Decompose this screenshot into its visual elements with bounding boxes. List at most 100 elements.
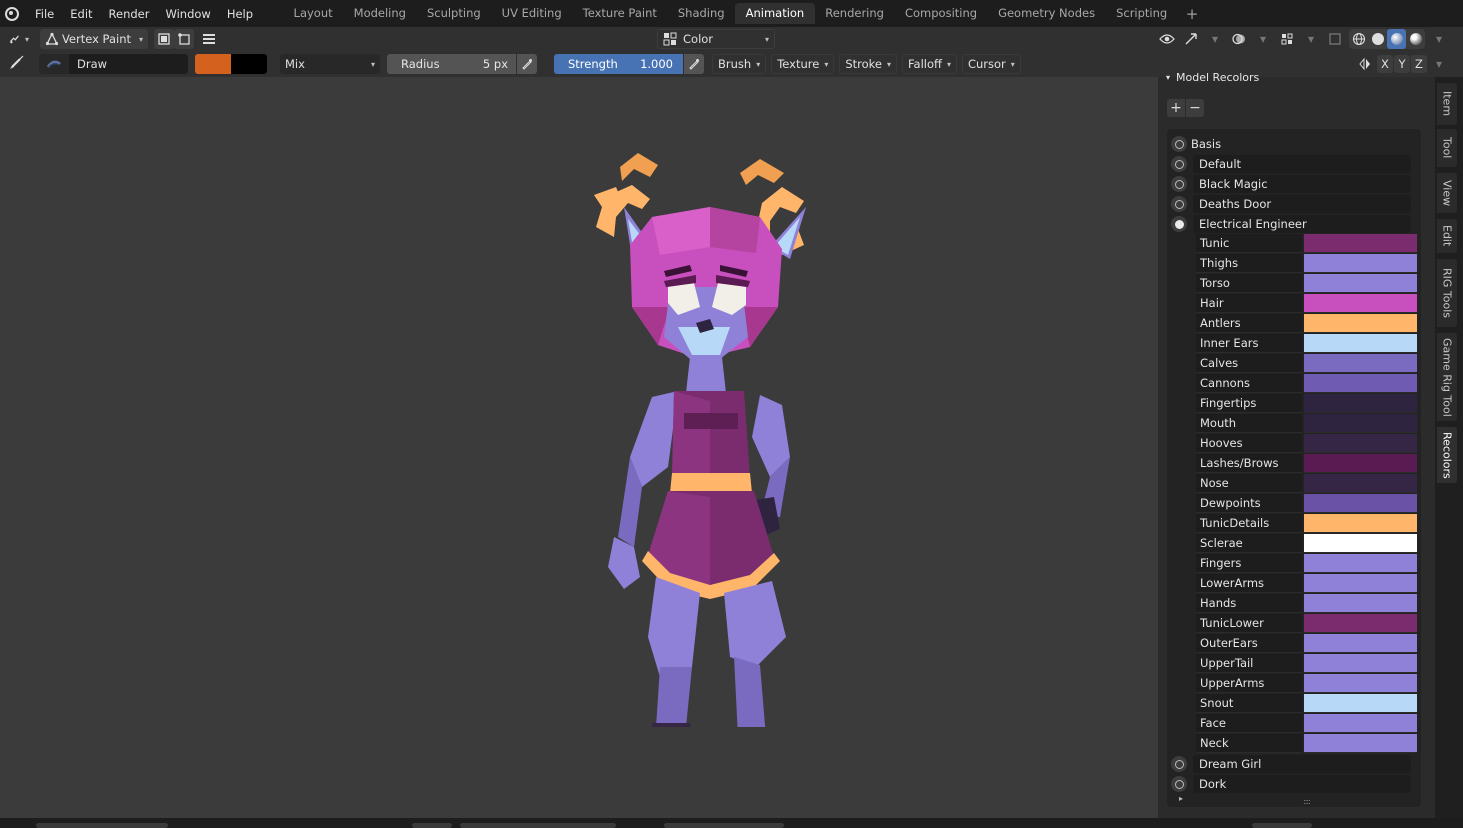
blend-mode-select[interactable]: Mix ▾: [280, 54, 380, 74]
solid-shading-icon[interactable]: [1368, 29, 1387, 49]
sidebar-tab-item[interactable]: Item: [1437, 83, 1457, 125]
chevron-down-icon[interactable]: ▾: [1301, 29, 1321, 49]
color-slot-swatch[interactable]: [1304, 454, 1417, 473]
xray-toggle-icon[interactable]: [1325, 29, 1345, 49]
preset-row[interactable]: Dork: [1171, 775, 1417, 793]
color-slot-swatch[interactable]: [1304, 354, 1417, 373]
wireframe-shading-icon[interactable]: [1349, 29, 1368, 49]
brush-preview-icon[interactable]: [39, 54, 69, 74]
chevron-down-icon[interactable]: ▾: [1429, 54, 1449, 74]
preset-row[interactable]: Dream Girl: [1171, 755, 1417, 773]
preset-row[interactable]: Basis: [1171, 135, 1417, 153]
color-slot-swatch[interactable]: [1304, 514, 1417, 533]
color-slot-swatch[interactable]: [1304, 634, 1417, 653]
mirror-z-toggle[interactable]: Z: [1411, 55, 1427, 73]
preset-row[interactable]: Black Magic: [1171, 175, 1417, 193]
color-slot-swatch[interactable]: [1304, 554, 1417, 573]
mirror-x-toggle[interactable]: X: [1377, 55, 1393, 73]
sidebar-tab-view[interactable]: View: [1437, 173, 1457, 213]
color-slot-swatch[interactable]: [1304, 714, 1417, 733]
preset-row[interactable]: Electrical Engineer: [1171, 215, 1417, 233]
color-slot-swatch[interactable]: [1304, 234, 1417, 253]
preset-radio[interactable]: [1171, 216, 1187, 232]
color-slot-swatch[interactable]: [1304, 594, 1417, 613]
mode-select[interactable]: Vertex Paint ▾: [40, 29, 148, 49]
overlays-icon[interactable]: [1229, 29, 1249, 49]
preset-row[interactable]: Deaths Door: [1171, 195, 1417, 213]
stroke-popover[interactable]: Stroke ▾: [839, 54, 897, 74]
preset-radio[interactable]: [1171, 756, 1187, 772]
sidebar-tab-recolors[interactable]: Recolors: [1437, 427, 1457, 483]
brush-popover[interactable]: Brush ▾: [712, 54, 767, 74]
mirror-y-toggle[interactable]: Y: [1394, 55, 1410, 73]
panel-header[interactable]: ▾ Model Recolors: [1166, 71, 1259, 84]
rendered-shading-icon[interactable]: [1406, 29, 1425, 49]
cursor-popover[interactable]: Cursor ▾: [961, 54, 1021, 74]
preset-radio[interactable]: [1171, 156, 1187, 172]
color-slot-swatch[interactable]: [1304, 674, 1417, 693]
menu-edit[interactable]: Edit: [62, 4, 100, 24]
add-workspace-button[interactable]: +: [1178, 5, 1207, 23]
mesh-edit-overlay-icon[interactable]: [1277, 29, 1297, 49]
chevron-down-icon[interactable]: ▾: [1253, 29, 1273, 49]
color-slot-swatch[interactable]: [1304, 734, 1417, 753]
secondary-color-swatch[interactable]: [231, 54, 267, 74]
chevron-down-icon[interactable]: ▾: [1205, 29, 1225, 49]
remove-preset-button[interactable]: −: [1186, 99, 1204, 117]
color-slot-swatch[interactable]: [1304, 694, 1417, 713]
chevron-down-icon[interactable]: ▾: [1429, 29, 1449, 49]
radius-pressure-toggle[interactable]: [517, 54, 537, 74]
sidebar-tab-game-rig-tool[interactable]: Game Rig Tool: [1437, 333, 1457, 421]
color-slot-swatch[interactable]: [1304, 434, 1417, 453]
preset-radio[interactable]: [1171, 196, 1187, 212]
sidebar-tab-edit[interactable]: Edit: [1437, 219, 1457, 253]
header-menu-button[interactable]: [199, 29, 219, 49]
tab-rendering[interactable]: Rendering: [815, 3, 895, 24]
preset-row[interactable]: Default: [1171, 155, 1417, 173]
color-slot-swatch[interactable]: [1304, 254, 1417, 273]
tab-texture-paint[interactable]: Texture Paint: [572, 3, 667, 24]
sidebar-tab-rig-tools[interactable]: RIG Tools: [1437, 259, 1457, 327]
preset-radio[interactable]: [1171, 176, 1187, 192]
color-slot-swatch[interactable]: [1304, 494, 1417, 513]
color-slot-swatch[interactable]: [1304, 274, 1417, 293]
falloff-popover[interactable]: Falloff ▾: [902, 54, 957, 74]
color-slot-swatch[interactable]: [1304, 294, 1417, 313]
color-slot-swatch[interactable]: [1304, 414, 1417, 433]
paint-brush-icon[interactable]: [9, 54, 27, 74]
tab-animation[interactable]: Animation: [735, 3, 815, 24]
color-slot-swatch[interactable]: [1304, 314, 1417, 333]
sidebar-tab-tool[interactable]: Tool: [1437, 129, 1457, 167]
brush-name-field[interactable]: Draw: [69, 54, 188, 74]
color-slot-swatch[interactable]: [1304, 574, 1417, 593]
tab-scripting[interactable]: Scripting: [1106, 3, 1178, 24]
visibility-eye-icon[interactable]: [1157, 29, 1177, 49]
color-slot-swatch[interactable]: [1304, 334, 1417, 353]
blender-logo-icon[interactable]: [5, 6, 19, 21]
strength-field[interactable]: Strength 1.000: [554, 54, 683, 74]
primary-color-swatch[interactable]: [195, 54, 231, 74]
menu-render[interactable]: Render: [101, 4, 158, 24]
tab-layout[interactable]: Layout: [283, 3, 343, 24]
texture-popover[interactable]: Texture ▾: [771, 54, 835, 74]
tab-compositing[interactable]: Compositing: [894, 3, 987, 24]
editor-type-button[interactable]: ▾: [4, 29, 34, 49]
tab-sculpting[interactable]: Sculpting: [416, 3, 491, 24]
color-slot-swatch[interactable]: [1304, 474, 1417, 493]
color-slot-swatch[interactable]: [1304, 534, 1417, 553]
paint-mask-toggle[interactable]: [154, 29, 174, 49]
color-slot-swatch[interactable]: [1304, 614, 1417, 633]
tab-geometry-nodes[interactable]: Geometry Nodes: [988, 3, 1106, 24]
tab-shading[interactable]: Shading: [667, 3, 735, 24]
tab-uv-editing[interactable]: UV Editing: [491, 3, 572, 24]
vertex-mask-toggle[interactable]: [174, 29, 194, 49]
3d-viewport[interactable]: [0, 77, 1158, 818]
gizmo-toggle-icon[interactable]: [1181, 29, 1201, 49]
radius-field[interactable]: Radius 5 px: [387, 54, 516, 74]
color-slot-swatch[interactable]: [1304, 654, 1417, 673]
color-slot-swatch[interactable]: [1304, 394, 1417, 413]
symmetry-icon[interactable]: [1355, 54, 1375, 74]
menu-file[interactable]: File: [27, 4, 62, 24]
resize-grip-icon[interactable]: ::::: [1303, 797, 1311, 806]
expand-arrow-icon[interactable]: ▸: [1179, 794, 1183, 803]
